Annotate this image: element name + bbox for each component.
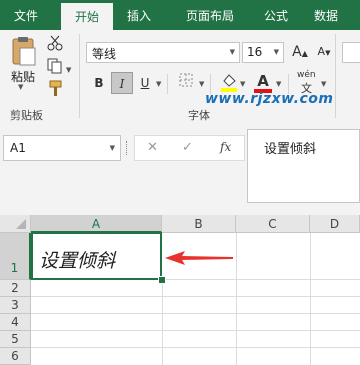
toolbar-separator	[167, 74, 168, 94]
font-name-dropdown-icon[interactable]: ▼	[230, 48, 235, 56]
font-size-value: 16	[247, 45, 263, 59]
formula-input[interactable]: 设置倾斜	[247, 129, 360, 203]
tab-home[interactable]: 开始	[61, 3, 113, 30]
grow-font-label: A	[292, 44, 302, 60]
cancel-icon[interactable]: ✕	[147, 140, 158, 155]
clipboard-group-label: 剪贴板	[10, 109, 43, 122]
alignment-partial[interactable]	[342, 42, 360, 63]
shrink-font-label: A	[317, 45, 326, 58]
enter-icon[interactable]: ✓	[182, 140, 193, 155]
font-color-icon[interactable]: A	[252, 70, 274, 93]
row-header-2[interactable]: 2	[0, 280, 31, 297]
group-separator	[79, 34, 80, 118]
name-box-dropdown-icon[interactable]: ▼	[110, 144, 115, 152]
underline-button[interactable]: U	[134, 72, 156, 94]
gridline	[310, 233, 311, 365]
fill-color-dropdown-icon[interactable]: ▼	[240, 80, 245, 88]
name-box-value: A1	[10, 141, 26, 155]
paste-icon[interactable]	[8, 36, 38, 66]
paste-dropdown-icon[interactable]: ▼	[18, 83, 23, 91]
font-size-select[interactable]: 16 ▼	[242, 42, 284, 63]
column-header-a[interactable]: A	[31, 215, 162, 233]
splitter-icon[interactable]	[126, 141, 129, 155]
border-icon[interactable]	[175, 72, 197, 94]
cut-icon[interactable]	[44, 34, 66, 56]
red-arrow-icon	[163, 249, 235, 269]
font-size-dropdown-icon[interactable]: ▼	[274, 48, 279, 56]
formula-buttons: ✕ ✓ fx	[134, 135, 245, 161]
font-name-select[interactable]: 等线 ▼	[86, 42, 240, 63]
font-name-value: 等线	[92, 47, 117, 61]
watermark-text: www.rjzxw.com	[205, 91, 334, 107]
ribbon: 粘贴 ▼ ▼ 剪贴板 等线 ▼ 16 ▼ A▲ A▼ B I U ▼ ▼ ▼ A…	[0, 30, 360, 123]
tab-page-layout[interactable]: 页面布局	[170, 0, 250, 30]
fill-handle[interactable]	[158, 276, 166, 284]
phonetic-guide-icon[interactable]: wén	[297, 70, 316, 80]
row-header-4[interactable]: 4	[0, 314, 31, 331]
border-dropdown-icon[interactable]: ▼	[199, 80, 204, 88]
row-header-1[interactable]: 1	[0, 233, 31, 280]
row-header-5[interactable]: 5	[0, 331, 31, 348]
row-header-6[interactable]: 6	[0, 348, 31, 365]
ribbon-tab-bar: 文件 开始 插入 页面布局 公式 数据	[0, 0, 360, 30]
copy-icon[interactable]	[44, 57, 66, 79]
tab-insert[interactable]: 插入	[113, 0, 165, 30]
gridline	[162, 280, 163, 365]
column-header-b[interactable]: B	[162, 215, 236, 233]
grow-font-icon[interactable]: A▲	[289, 41, 311, 63]
underline-dropdown-icon[interactable]: ▼	[156, 80, 161, 88]
cell-a1[interactable]: 设置倾斜	[31, 232, 162, 280]
gridline	[236, 233, 237, 365]
cell-a1-value: 设置倾斜	[39, 250, 116, 272]
phonetic-label: wén	[297, 70, 316, 80]
italic-button[interactable]: I	[111, 72, 133, 94]
copy-dropdown-icon[interactable]: ▼	[66, 66, 71, 74]
formula-content: 设置倾斜	[264, 142, 317, 157]
font-color-label: A	[257, 72, 269, 90]
column-header-c[interactable]: C	[236, 215, 310, 233]
column-header-d[interactable]: D	[310, 215, 360, 233]
tab-formulas[interactable]: 公式	[250, 0, 302, 30]
format-painter-icon[interactable]	[44, 79, 66, 101]
font-color-dropdown-icon[interactable]: ▼	[276, 80, 281, 88]
select-all-corner[interactable]	[0, 215, 31, 233]
tab-file[interactable]: 文件	[0, 0, 52, 30]
group-separator-2	[335, 34, 336, 118]
row-header-3[interactable]: 3	[0, 297, 31, 314]
name-box[interactable]: A1 ▼	[3, 135, 121, 161]
bold-button[interactable]: B	[88, 72, 110, 94]
font-group-label: 字体	[188, 109, 210, 122]
shrink-font-icon[interactable]: A▼	[313, 41, 335, 63]
insert-function-icon[interactable]: fx	[220, 140, 231, 154]
phonetic-dropdown-icon[interactable]: ▼	[321, 80, 326, 88]
tab-data[interactable]: 数据	[300, 0, 352, 30]
